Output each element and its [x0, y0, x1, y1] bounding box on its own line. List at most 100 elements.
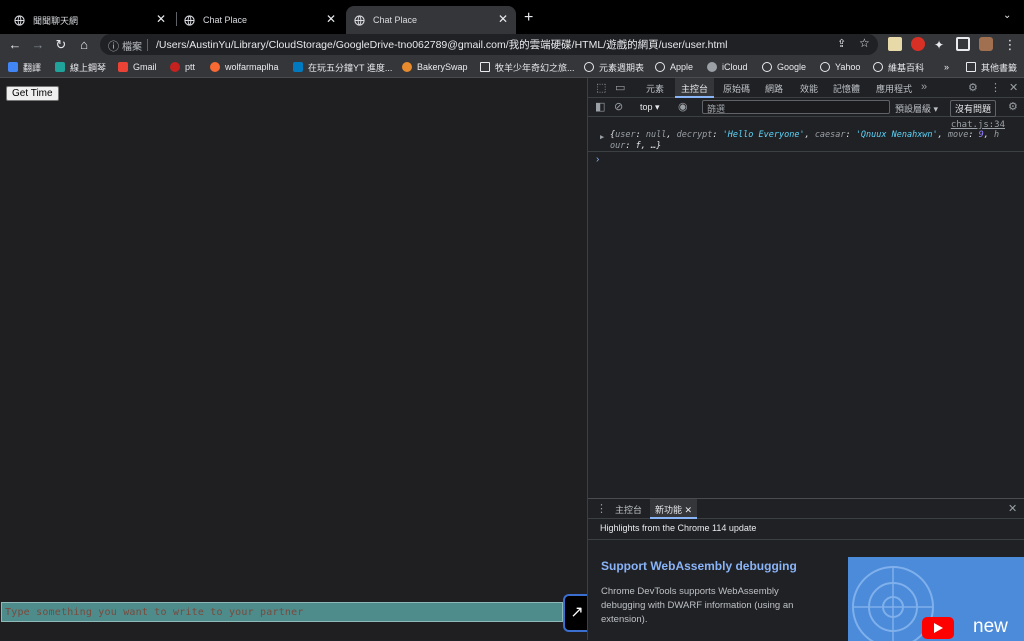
eye-icon[interactable]: ◉	[678, 100, 688, 113]
info-icon[interactable]: ⓘ	[108, 38, 119, 54]
bookmark-label: 牧羊少年奇幻之旅...	[495, 62, 575, 73]
bookmarks-overflow-button[interactable]: »	[944, 59, 949, 75]
object-value: f, …}	[635, 141, 662, 151]
bookmark-item[interactable]: 元素週期表	[584, 59, 644, 75]
new-tab-button[interactable]: +	[524, 9, 533, 27]
bookmark-item[interactable]: ptt	[170, 59, 195, 75]
chat-input[interactable]: Type something you want to write to your…	[1, 602, 563, 622]
gear-icon[interactable]: ⚙	[1008, 100, 1018, 113]
tab-divider	[176, 12, 177, 26]
log-levels-dropdown[interactable]: 預設層級 ▾	[895, 102, 938, 115]
bookmark-item[interactable]: 牧羊少年奇幻之旅...	[480, 59, 575, 75]
address-bar[interactable]: ⓘ 檔案 /Users/AustinYu/Library/CloudStorag…	[100, 34, 878, 55]
tab-console[interactable]: 主控台	[675, 78, 715, 98]
get-time-button[interactable]: Get Time	[6, 86, 59, 101]
browser-tab-1[interactable]: 聞聞聊天網 ✕	[14, 6, 174, 34]
inspect-element-icon[interactable]: ⬚	[596, 81, 606, 94]
url-text[interactable]: /Users/AustinYu/Library/CloudStorage/Goo…	[156, 37, 727, 52]
bookmark-item[interactable]: 線上鋼琴	[55, 59, 106, 75]
device-toolbar-icon[interactable]: ▭	[615, 81, 625, 94]
tab-performance[interactable]: 效能	[800, 82, 818, 95]
star-icon[interactable]: ☆	[859, 36, 870, 50]
bookmark-item[interactable]: wolfarmaplha	[210, 59, 279, 75]
sidebar-toggle-icon[interactable]: ◧	[595, 100, 605, 113]
source-link[interactable]: chat.js:34	[951, 120, 1005, 130]
drawer-tab-bar: ⋮ 主控台 新功能 ✕ ✕	[588, 499, 1024, 519]
globe-icon	[584, 62, 594, 72]
gear-icon[interactable]: ⚙	[968, 81, 978, 94]
apple-icon	[707, 62, 717, 72]
arrow-icon: ↗	[570, 604, 584, 621]
object-value: 'Hello Everyone'	[722, 130, 805, 140]
folder-icon	[966, 62, 976, 72]
bookmark-item[interactable]: BakerySwap	[402, 59, 468, 75]
clear-console-icon[interactable]: ⊘	[614, 100, 623, 113]
sidepanel-icon[interactable]	[956, 37, 970, 51]
devtools-panel: ⬚ ▭ 元素 主控台 原始碼 網路 效能 記憶體 應用程式 » ⚙ ⋮ ✕ ◧ …	[587, 78, 1024, 641]
console-filter-input[interactable]: 篩選	[702, 100, 890, 114]
tab-title: Chat Place	[373, 15, 418, 25]
bookmark-item[interactable]: Gmail	[118, 59, 157, 75]
browser-toolbar: ← → ↻ ⌂ ⓘ 檔案 /Users/AustinYu/Library/Clo…	[0, 34, 1024, 56]
object-key: h	[994, 130, 1000, 140]
close-icon[interactable]: ✕	[1009, 81, 1018, 94]
bookmark-item[interactable]: 在玩五分鐘YT 進度...	[293, 59, 392, 75]
bookmark-item[interactable]: 翻譯	[8, 59, 41, 75]
tab-memory[interactable]: 記憶體	[833, 82, 860, 95]
share-icon[interactable]: ⇪	[837, 37, 846, 50]
bookmark-item[interactable]: Yahoo	[820, 59, 860, 75]
whats-new-thumbnail[interactable]: new	[848, 557, 1024, 641]
tab-sources[interactable]: 原始碼	[723, 82, 750, 95]
image-extension-icon[interactable]	[888, 37, 902, 51]
console-log-entry: chat.js:34 ▶ {user: null, decrypt: 'Hello…	[588, 118, 1024, 152]
logged-object[interactable]: ▶ {user: null, decrypt: 'Hello Everyone',…	[600, 130, 1008, 152]
home-icon[interactable]: ⌂	[75, 36, 93, 54]
scheme-label: 檔案	[122, 42, 142, 53]
tab-title: Chat Place	[203, 15, 248, 25]
red-extension-icon[interactable]	[911, 37, 925, 51]
context-select[interactable]: top ▾	[640, 102, 660, 113]
close-icon[interactable]: ✕	[156, 12, 166, 26]
console-prompt[interactable]: ›	[596, 154, 599, 165]
reload-icon[interactable]: ↻	[52, 36, 70, 54]
close-icon[interactable]: ✕	[1008, 502, 1017, 515]
back-arrow-icon[interactable]: ←	[6, 36, 24, 54]
wolfram-icon	[210, 62, 220, 72]
kebab-menu-icon[interactable]: ⋮	[1001, 36, 1019, 54]
globe-icon	[184, 14, 195, 26]
bookmark-item[interactable]: Google	[762, 59, 806, 75]
tab-network[interactable]: 網路	[765, 82, 783, 95]
kebab-menu-icon[interactable]: ⋮	[990, 81, 1001, 94]
tab-elements[interactable]: 元素	[646, 82, 664, 95]
other-bookmarks-folder[interactable]: 其他書籤	[966, 59, 1017, 75]
youtube-play-icon[interactable]	[922, 617, 954, 639]
chevron-down-icon[interactable]: ⌄	[1003, 10, 1011, 21]
bookmark-label: BakerySwap	[417, 62, 468, 72]
whats-new-title[interactable]: Support WebAssembly debugging	[601, 559, 797, 573]
bookmark-item[interactable]: 維基百科	[873, 59, 924, 75]
close-icon[interactable]: ✕	[326, 12, 336, 26]
bookmarks-bar: 翻譯 線上鋼琴 Gmail ptt wolfarmaplha 在玩五分鐘YT 進…	[0, 56, 1024, 78]
bookmark-item[interactable]: Apple	[655, 59, 693, 75]
more-tabs-icon[interactable]: »	[921, 81, 927, 93]
puzzle-icon[interactable]: ✦	[930, 36, 948, 54]
expand-triangle-icon[interactable]: ▶	[600, 132, 604, 143]
browser-tab-2[interactable]: Chat Place ✕	[184, 6, 344, 34]
drawer-tab-whats-new[interactable]: 新功能 ✕	[650, 499, 698, 519]
send-button[interactable]: ↗	[563, 594, 589, 632]
bookmark-item[interactable]: iCloud	[707, 59, 748, 75]
gmail-icon	[118, 62, 128, 72]
omnibox-divider	[147, 39, 148, 51]
tab-application[interactable]: 應用程式	[876, 82, 912, 95]
issues-button[interactable]: 沒有問題	[950, 100, 997, 117]
bookmark-label: ptt	[185, 62, 196, 72]
drawer-tab-label: 新功能	[655, 505, 683, 515]
whats-new-description: Chrome DevTools supports WebAssembly deb…	[601, 586, 794, 625]
drawer-tab-console[interactable]: 主控台	[615, 503, 642, 516]
close-icon[interactable]: ✕	[685, 505, 693, 515]
avatar[interactable]	[979, 37, 993, 51]
browser-tab-3[interactable]: Chat Place ✕	[346, 6, 516, 34]
close-icon[interactable]: ✕	[498, 12, 508, 26]
kebab-menu-icon[interactable]: ⋮	[596, 502, 607, 515]
forward-arrow-icon[interactable]: →	[29, 36, 47, 54]
